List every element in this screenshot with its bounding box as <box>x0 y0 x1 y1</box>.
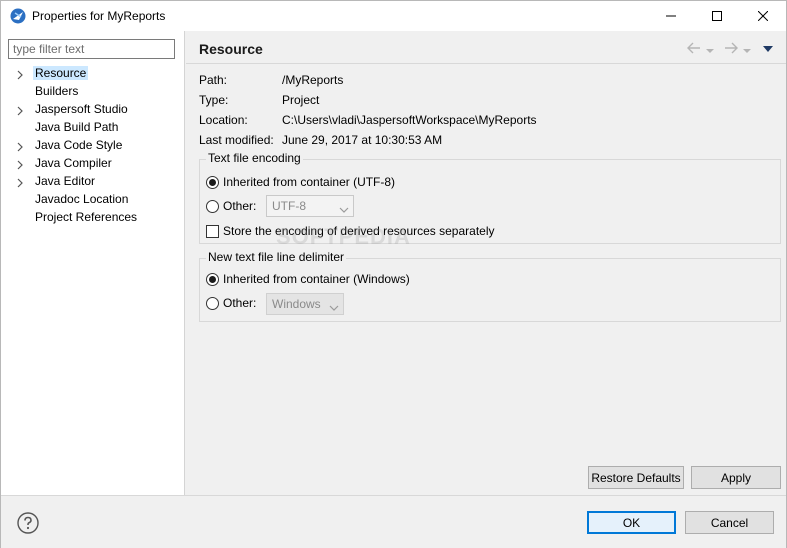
tree-item-java-editor[interactable]: Java Editor <box>1 173 185 191</box>
tree-item-jaspersoft-studio[interactable]: Jaspersoft Studio <box>1 101 185 119</box>
encoding-other-label: Other: <box>223 199 257 213</box>
category-panel: Resource Builders Jaspersoft Studio Java… <box>1 31 185 495</box>
chevron-down-icon <box>339 203 349 217</box>
tree-item-label: Project References <box>35 210 138 224</box>
window-title: Properties for MyReports <box>32 9 166 23</box>
page-nav <box>686 41 781 57</box>
tree-item-label: Java Compiler <box>35 156 112 170</box>
forward-dropdown-icon[interactable] <box>743 44 751 58</box>
tree-item-project-references[interactable]: Project References <box>1 209 185 227</box>
apply-button[interactable]: Apply <box>691 466 781 489</box>
delimiter-other-select[interactable]: Windows <box>266 293 344 315</box>
back-dropdown-icon[interactable] <box>706 44 714 58</box>
text-encoding-group-label: Text file encoding <box>206 151 303 165</box>
tree-item-label: Resource <box>33 66 89 80</box>
properties-dialog: Properties for MyReports Resource Builde… <box>0 0 787 548</box>
chevron-right-icon[interactable] <box>15 159 25 170</box>
tree-item-label: Builders <box>35 84 79 98</box>
minimize-button[interactable] <box>648 1 694 31</box>
chevron-right-icon[interactable] <box>15 69 25 80</box>
tree-item-resource[interactable]: Resource <box>1 65 185 83</box>
filter-input[interactable] <box>8 39 175 59</box>
help-icon[interactable] <box>17 512 39 534</box>
maximize-button[interactable] <box>694 1 740 31</box>
encoding-other-value: UTF-8 <box>272 199 306 213</box>
type-label: Type: <box>199 93 229 107</box>
chevron-right-icon[interactable] <box>15 105 25 116</box>
tree-item-java-build-path[interactable]: Java Build Path <box>1 119 185 137</box>
location-value: C:\Users\vladi\JaspersoftWorkspace\MyRep… <box>282 113 537 127</box>
delimiter-other-value: Windows <box>272 297 321 311</box>
cancel-button[interactable]: Cancel <box>685 511 774 534</box>
eclipse-app-icon <box>10 8 26 24</box>
tree-item-label: Java Build Path <box>35 120 119 134</box>
view-menu-icon[interactable] <box>762 43 774 57</box>
tree-item-java-code-style[interactable]: Java Code Style <box>1 137 185 155</box>
text-encoding-group: Text file encoding Inherited from contai… <box>199 151 781 244</box>
tree-item-label: Jaspersoft Studio <box>35 102 128 116</box>
line-delimiter-group: New text file line delimiter Inherited f… <box>199 250 781 322</box>
tree-item-builders[interactable]: Builders <box>1 83 185 101</box>
tree-item-javadoc-location[interactable]: Javadoc Location <box>1 191 185 209</box>
title-bar: Properties for MyReports <box>1 1 786 31</box>
tree-item-label: Java Editor <box>35 174 96 188</box>
location-label: Location: <box>199 113 248 127</box>
delimiter-other-label: Other: <box>223 296 257 310</box>
encoding-other-radio[interactable] <box>206 200 219 213</box>
encoding-other-select[interactable]: UTF-8 <box>266 195 354 217</box>
properties-page: Resource Path: /MyReports Type: Project … <box>186 31 786 495</box>
path-label: Path: <box>199 73 228 87</box>
dialog-footer: OK Cancel <box>1 495 786 548</box>
type-value: Project <box>282 93 320 107</box>
encoding-inherited-radio[interactable] <box>206 176 219 189</box>
tree-item-java-compiler[interactable]: Java Compiler <box>1 155 185 173</box>
back-arrow-icon[interactable] <box>686 41 702 58</box>
chevron-right-icon[interactable] <box>15 177 25 188</box>
delimiter-inherited-label: Inherited from container (Windows) <box>223 272 410 286</box>
page-header: Resource <box>186 31 786 64</box>
encoding-inherited-label: Inherited from container (UTF-8) <box>223 175 396 189</box>
page-title: Resource <box>199 41 263 57</box>
ok-button[interactable]: OK <box>587 511 676 534</box>
close-button[interactable] <box>740 1 786 31</box>
tree-item-label: Javadoc Location <box>35 192 129 206</box>
last-modified-label: Last modified: <box>199 133 274 147</box>
store-encoding-checkbox[interactable] <box>206 225 219 238</box>
line-delimiter-group-label: New text file line delimiter <box>206 250 347 264</box>
last-modified-value: June 29, 2017 at 10:30:53 AM <box>282 133 443 147</box>
forward-arrow-icon[interactable] <box>723 41 739 58</box>
chevron-down-icon <box>329 301 339 315</box>
tree-item-label: Java Code Style <box>35 138 123 152</box>
delimiter-other-radio[interactable] <box>206 297 219 310</box>
chevron-right-icon[interactable] <box>15 141 25 152</box>
path-value: /MyReports <box>282 73 344 87</box>
store-encoding-label: Store the encoding of derived resources … <box>223 224 495 238</box>
delimiter-inherited-radio[interactable] <box>206 273 219 286</box>
restore-defaults-button[interactable]: Restore Defaults <box>588 466 684 489</box>
